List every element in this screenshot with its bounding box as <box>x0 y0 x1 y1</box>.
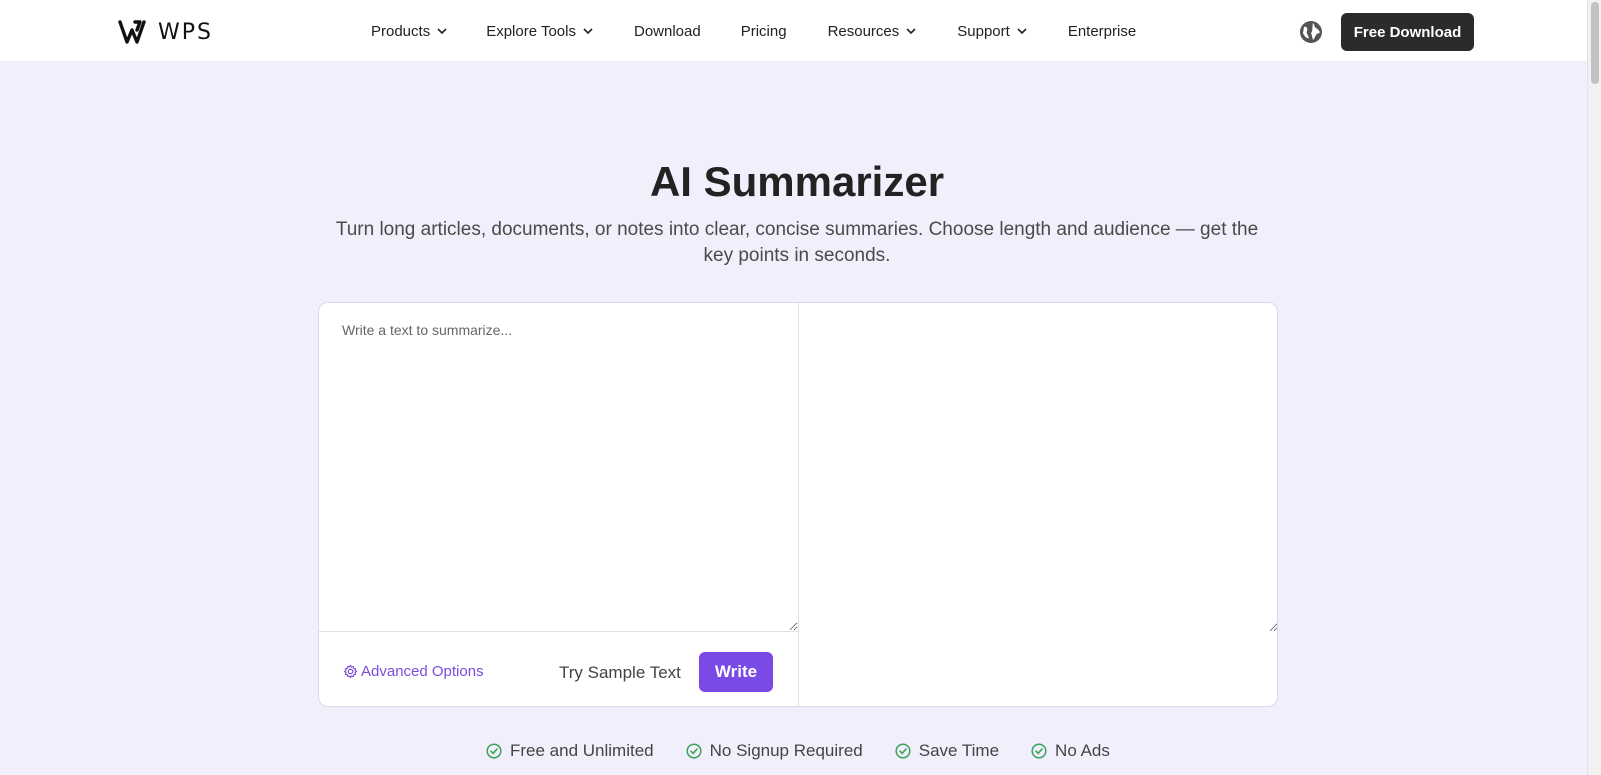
advanced-options-label: Advanced Options <box>361 663 484 680</box>
nav-item-label: Support <box>957 22 1010 40</box>
nav-item-label: Enterprise <box>1067 22 1137 40</box>
chevron-down-icon <box>437 28 447 35</box>
free-download-button[interactable]: Free Download <box>1341 13 1474 51</box>
nav-item-resources[interactable]: Resources <box>828 0 918 62</box>
page-title: AI Summarizer <box>649 158 945 205</box>
gear-icon <box>343 664 358 679</box>
page: WPS Products Explore Tools Download Pric… <box>0 0 1601 775</box>
check-circle-icon <box>1031 743 1047 759</box>
feature-item: Save Time <box>895 741 999 761</box>
try-sample-text-button[interactable]: Try Sample Text <box>559 663 681 683</box>
nav-item-label: Products <box>371 22 431 40</box>
nav-item-support[interactable]: Support <box>957 0 1028 62</box>
nav-item-label: Resources <box>827 22 900 40</box>
text-input[interactable] <box>319 303 798 632</box>
nav-item-label: Pricing <box>740 22 787 40</box>
scrollbar-thumb[interactable] <box>1591 2 1599 84</box>
chevron-down-icon <box>583 28 593 35</box>
globe-icon[interactable] <box>1299 20 1323 44</box>
check-circle-icon <box>486 743 502 759</box>
nav-item-label: Download <box>633 22 701 40</box>
advanced-options-link[interactable]: Advanced Options <box>343 663 484 680</box>
output-pane <box>800 303 1277 706</box>
input-pane: Advanced Options Try Sample Text Write <box>319 303 799 706</box>
check-circle-icon <box>686 743 702 759</box>
logo-text: WPS <box>158 19 213 45</box>
page-scrollbar[interactable] <box>1587 0 1601 775</box>
feature-item: No Ads <box>1031 741 1110 761</box>
nav-item-download[interactable]: Download <box>634 0 701 62</box>
feature-list: Free and Unlimited No Signup Required Sa… <box>486 741 1142 761</box>
nav-item-explore-tools[interactable]: Explore Tools <box>486 0 594 62</box>
feature-label: No Signup Required <box>709 741 863 760</box>
summarizer-card: Advanced Options Try Sample Text Write <box>318 302 1278 707</box>
chevron-down-icon <box>906 28 916 35</box>
nav-item-label: Explore Tools <box>486 22 576 40</box>
feature-item: No Signup Required <box>686 741 863 761</box>
check-circle-icon <box>895 743 911 759</box>
feature-item: Free and Unlimited <box>486 741 654 761</box>
summary-output[interactable] <box>800 303 1277 632</box>
feature-label: No Ads <box>1055 741 1110 760</box>
chevron-down-icon <box>1017 28 1027 35</box>
page-subtitle: Turn long articles, documents, or notes … <box>335 219 1259 266</box>
nav-item-enterprise[interactable]: Enterprise <box>1068 0 1136 62</box>
write-button[interactable]: Write <box>699 652 773 692</box>
wps-logo[interactable]: WPS <box>118 18 213 46</box>
wps-logo-icon <box>118 20 146 44</box>
feature-label: Free and Unlimited <box>510 741 654 760</box>
nav-item-pricing[interactable]: Pricing <box>741 0 787 62</box>
main-nav: Products Explore Tools Download Pricing … <box>371 0 1136 62</box>
top-navbar: WPS Products Explore Tools Download Pric… <box>0 0 1587 62</box>
nav-item-products[interactable]: Products <box>371 0 448 62</box>
feature-label: Save Time <box>918 741 1000 760</box>
